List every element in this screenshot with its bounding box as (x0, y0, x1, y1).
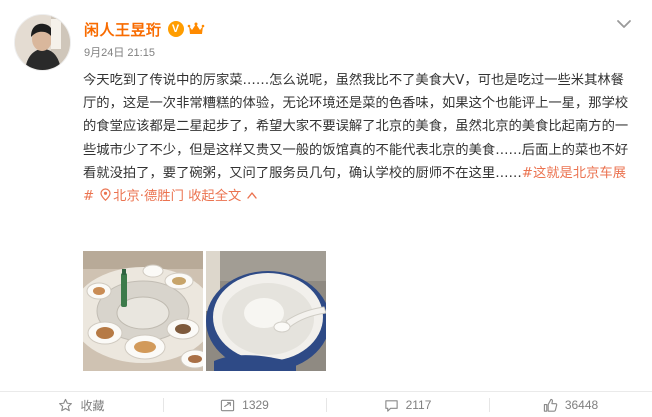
comment-icon (384, 399, 398, 412)
repost-icon (220, 399, 235, 411)
like-button[interactable]: 36448 (489, 392, 652, 417)
weibo-post-card: 闲人王昱珩 V 9月24日 21:15 今天吃到了传说中的厉家菜……怎么说呢，虽… (0, 0, 652, 417)
author-name[interactable]: 闲人王昱珩 (84, 19, 162, 40)
star-icon (59, 398, 73, 411)
action-bar: 收藏 1329 2117 36448 (0, 391, 652, 417)
post-photo-porridge[interactable] (206, 251, 326, 371)
repost-count: 1329 (242, 398, 269, 412)
location-pin-icon (100, 188, 111, 202)
chevron-up-icon (247, 192, 257, 199)
post-photo-table[interactable] (83, 251, 203, 371)
author-row: 闲人王昱珩 V (84, 18, 205, 40)
post-text: 今天吃到了传说中的厉家菜……怎么说呢，虽然我比不了美食大V，可也是吃过一些米其林… (83, 73, 629, 181)
member-crown-icon[interactable] (187, 21, 205, 37)
repost-button[interactable]: 1329 (163, 392, 326, 417)
comment-button[interactable]: 2117 (326, 392, 489, 417)
chevron-down-icon[interactable] (614, 14, 634, 34)
collapse-label: 收起全文 (188, 189, 242, 205)
verified-v-icon: V (167, 21, 184, 37)
favorite-label: 收藏 (80, 398, 105, 413)
collapse-text-button[interactable]: 收起全文 (188, 189, 257, 204)
avatar[interactable] (14, 14, 71, 71)
post-timestamp[interactable]: 9月24日 21:15 (84, 44, 155, 60)
location-label: 北京·德胜门 (113, 189, 184, 205)
location-link[interactable]: 北京·德胜门 (94, 188, 184, 205)
favorite-button[interactable]: 收藏 (0, 392, 163, 417)
comment-count: 2117 (405, 398, 432, 412)
like-count: 36448 (564, 398, 599, 412)
avatar-image (15, 15, 70, 70)
like-icon (543, 398, 558, 412)
post-body: 今天吃到了传说中的厉家菜……怎么说呢，虽然我比不了美食大V，可也是吃过一些米其林… (83, 69, 635, 208)
